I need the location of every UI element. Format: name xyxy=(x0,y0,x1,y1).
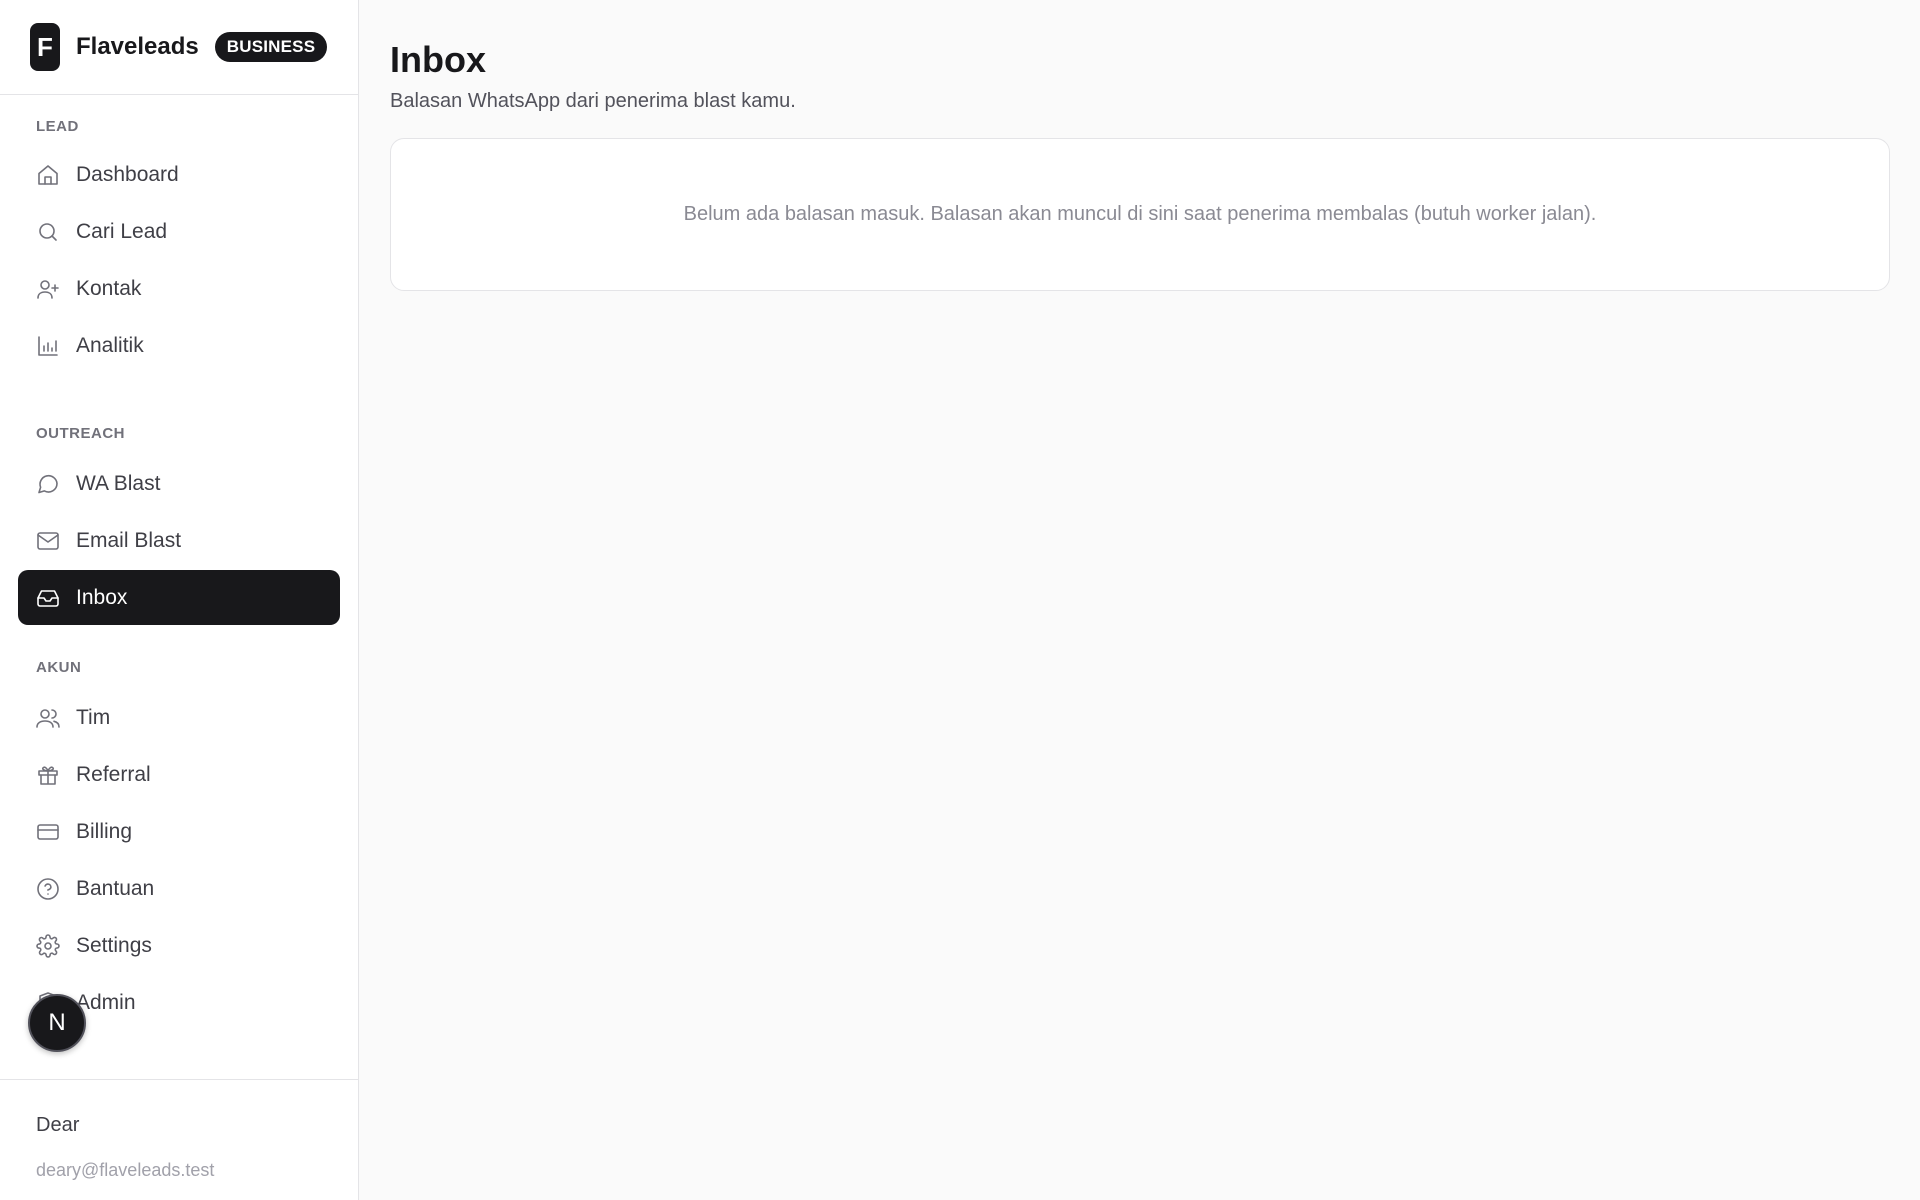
sidebar-item-label: Tim xyxy=(76,705,111,729)
sidebar-item-label: Inbox xyxy=(76,585,128,609)
section-label-outreach: OUTREACH xyxy=(36,425,125,442)
bar-chart-icon xyxy=(36,334,60,358)
empty-state-card: Belum ada balasan masuk. Balasan akan mu… xyxy=(390,138,1890,291)
section-label-lead: LEAD xyxy=(36,118,79,135)
message-circle-icon xyxy=(36,472,60,496)
page-title: Inbox xyxy=(390,39,486,80)
sidebar-item-label: Email Blast xyxy=(76,528,182,552)
search-icon xyxy=(36,220,60,244)
user-panel[interactable]: Dear deary@flaveleads.test xyxy=(0,1079,358,1200)
sidebar-item-tim[interactable]: Tim xyxy=(18,690,340,745)
sidebar-item-label: Dashboard xyxy=(76,162,179,186)
home-icon xyxy=(36,163,60,187)
users-icon xyxy=(36,706,60,730)
user-name: Dear xyxy=(36,1114,80,1136)
brand-header: F Flaveleads BUSINESS xyxy=(0,0,358,95)
brand-name: Flaveleads xyxy=(76,33,199,60)
mail-icon xyxy=(36,529,60,553)
sidebar-item-inbox[interactable]: Inbox xyxy=(18,570,340,625)
sidebar-item-label: Bantuan xyxy=(76,876,155,900)
sidebar-item-label: Referral xyxy=(76,762,151,786)
sidebar-item-cari-lead[interactable]: Cari Lead xyxy=(18,204,340,259)
plan-badge: BUSINESS xyxy=(214,32,328,62)
gift-icon xyxy=(36,763,60,787)
avatar[interactable]: N xyxy=(28,994,86,1052)
sidebar-item-kontak[interactable]: Kontak xyxy=(18,261,340,316)
sidebar-item-referral[interactable]: Referral xyxy=(18,747,340,802)
user-plus-icon xyxy=(36,277,60,301)
sidebar-item-email-blast[interactable]: Email Blast xyxy=(18,513,340,568)
gear-icon xyxy=(36,933,60,958)
sidebar-item-wa-blast[interactable]: WA Blast xyxy=(18,456,340,511)
sidebar-item-analitik[interactable]: Analitik xyxy=(18,318,340,373)
inbox-icon xyxy=(36,586,60,610)
sidebar-item-label: Cari Lead xyxy=(76,219,168,243)
page-subtitle: Balasan WhatsApp dari penerima blast kam… xyxy=(390,90,796,112)
brand-logo[interactable]: F xyxy=(30,23,60,71)
sidebar-item-settings[interactable]: Settings xyxy=(18,918,340,973)
sidebar-item-label: Settings xyxy=(76,933,152,957)
sidebar-item-label: Analitik xyxy=(76,333,144,357)
sidebar-item-label: Kontak xyxy=(76,276,142,300)
help-circle-icon xyxy=(36,877,60,901)
user-email: deary@flaveleads.test xyxy=(36,1160,215,1180)
sidebar-item-billing[interactable]: Billing xyxy=(18,804,340,859)
sidebar-item-dashboard[interactable]: Dashboard xyxy=(18,147,340,202)
sidebar-item-label: Billing xyxy=(76,819,133,843)
sidebar-item-label: Admin xyxy=(76,990,136,1014)
sidebar-item-label: WA Blast xyxy=(76,471,161,495)
sidebar-nav: LEAD Dashboard Cari Lead Kontak Analitik xyxy=(0,95,358,1030)
sidebar-item-bantuan[interactable]: Bantuan xyxy=(18,861,340,916)
credit-card-icon xyxy=(36,820,60,844)
main-content: Inbox Balasan WhatsApp dari penerima bla… xyxy=(390,0,1890,291)
empty-state-message: Belum ada balasan masuk. Balasan akan mu… xyxy=(683,203,1597,225)
section-label-akun: AKUN xyxy=(36,659,82,676)
